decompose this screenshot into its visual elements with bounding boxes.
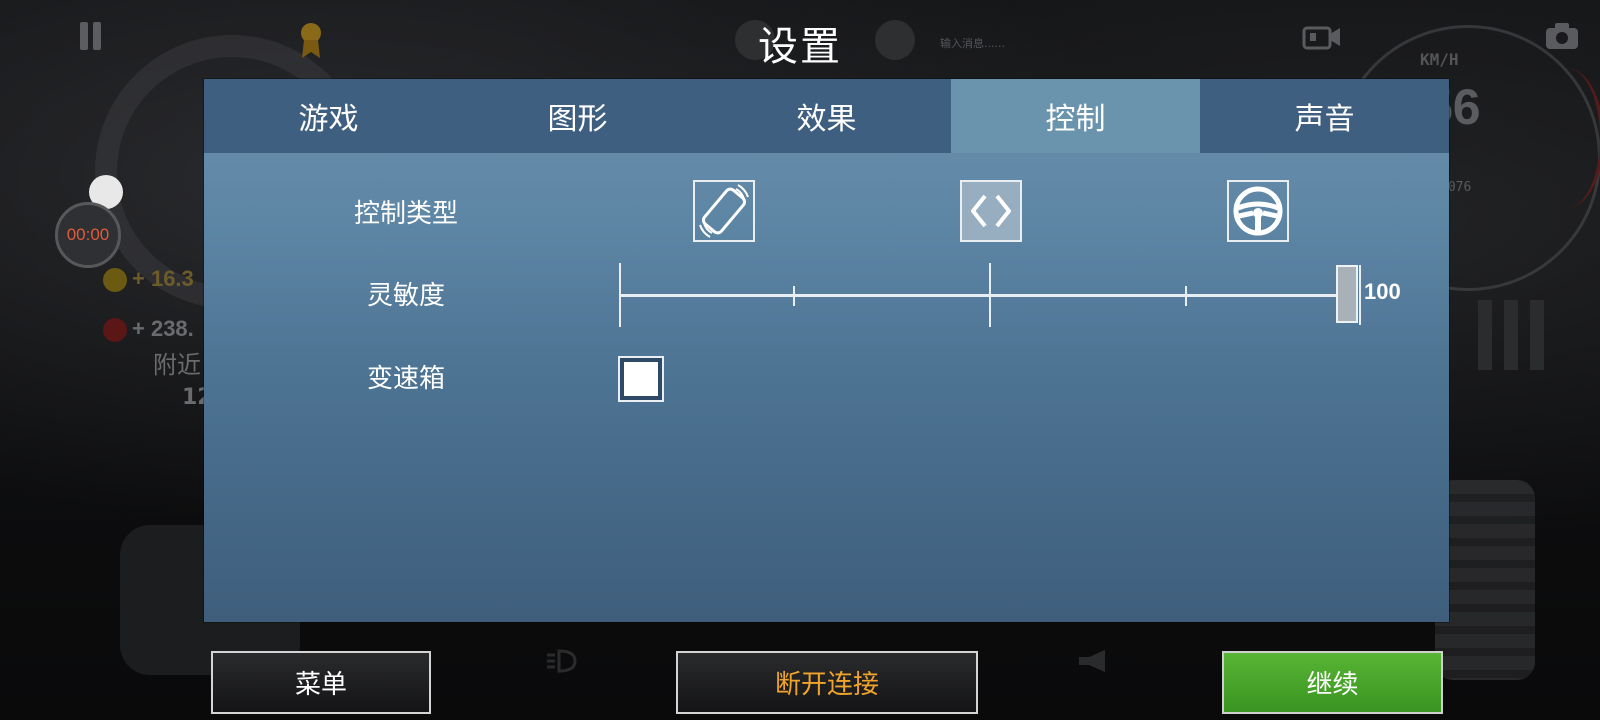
sensitivity-slider-thumb[interactable] [1336, 265, 1358, 323]
game-screen: KM/H 56 0076 + 16.3 + 238. 附近 12 输入消息...… [0, 0, 1600, 720]
sensitivity-label: 灵敏度 [366, 281, 445, 311]
nearby-label: 附近 [153, 351, 201, 379]
gearbox-checkbox[interactable] [618, 356, 664, 402]
sensitivity-slider[interactable] [620, 294, 1342, 297]
continue-button[interactable]: 继续 [1222, 651, 1443, 714]
control-type-label: 控制类型 [353, 199, 458, 229]
arrows-icon [971, 194, 1011, 228]
page-title: 设置 [758, 24, 842, 70]
settings-panel: 游戏 图形 效果 控制 声音 控制类型 灵敏度 100 变速箱 [204, 79, 1449, 622]
checkbox-box [624, 362, 658, 396]
tab-game[interactable]: 游戏 [204, 79, 453, 153]
settings-tabs: 游戏 图形 效果 控制 声音 [204, 79, 1449, 153]
gem-icon [103, 318, 127, 342]
tab-controls[interactable]: 控制 [951, 79, 1200, 153]
control-tilt-button[interactable] [693, 180, 755, 242]
control-wheel-button[interactable] [1227, 180, 1289, 242]
steering-wheel-icon [1233, 186, 1283, 236]
disconnect-button[interactable]: 断开连接 [676, 651, 978, 714]
slider-tick-max [1359, 265, 1361, 325]
coin-icon [103, 268, 127, 292]
tab-graphics[interactable]: 图形 [453, 79, 702, 153]
gearbox-label: 变速箱 [366, 364, 445, 394]
tab-effects[interactable]: 效果 [702, 79, 951, 153]
tab-sound[interactable]: 声音 [1200, 79, 1449, 153]
coins-value: + 16.3 [132, 266, 194, 291]
sensitivity-value: 100 [1364, 279, 1401, 304]
timer-display[interactable]: 00:00 [55, 202, 121, 268]
background-bars [1478, 300, 1548, 370]
menu-button[interactable]: 菜单 [211, 651, 431, 714]
gas-pedal [1435, 480, 1535, 680]
horn-icon [1079, 650, 1105, 672]
gems-value: + 238. [132, 316, 194, 341]
phone-tilt-icon [699, 184, 749, 238]
control-arrows-button[interactable] [960, 180, 1022, 242]
headlight-icon [547, 649, 577, 673]
